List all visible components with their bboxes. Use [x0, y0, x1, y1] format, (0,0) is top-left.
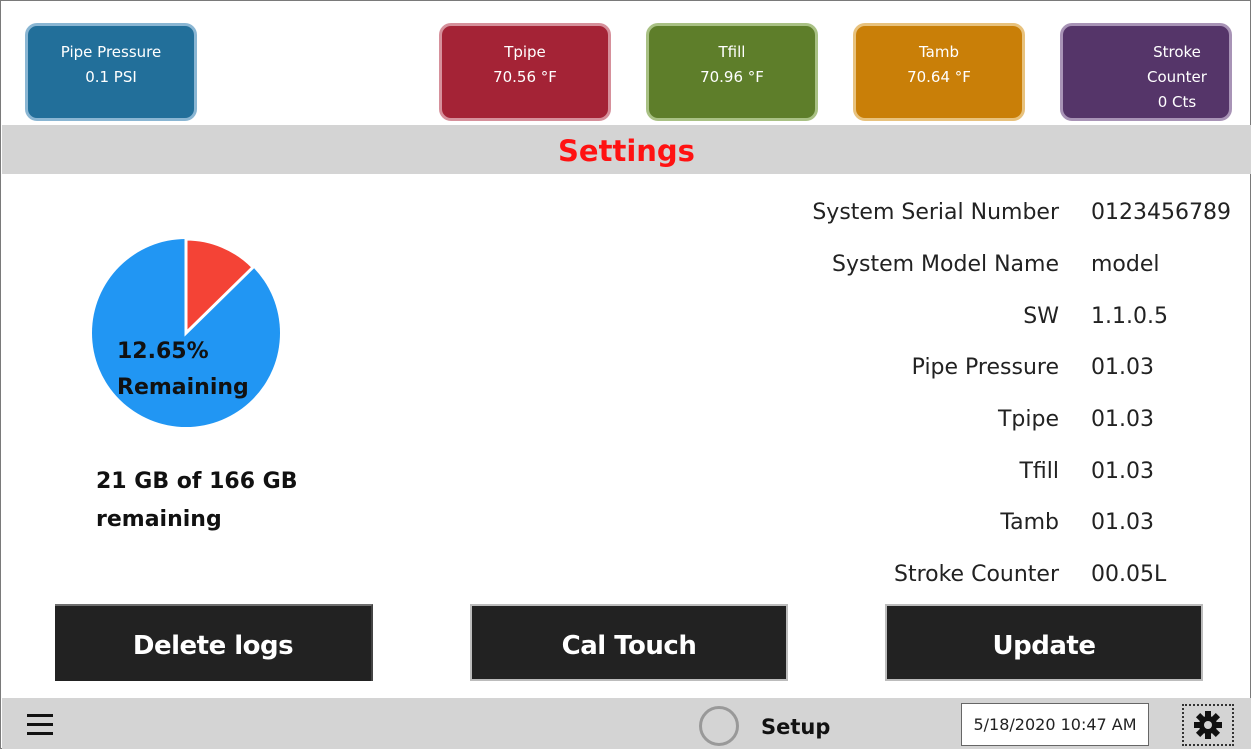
tile-tpipe[interactable]: Tpipe 70.56 °F [439, 23, 611, 121]
info-value: 0123456789 [1091, 200, 1231, 226]
info-row-tamb: Tamb 01.03 [701, 497, 1246, 549]
info-row-tfill: Tfill 01.03 [701, 445, 1246, 497]
info-row-serial: System Serial Number 0123456789 [701, 187, 1246, 239]
delete-logs-button[interactable]: Delete logs [55, 604, 373, 681]
system-info-list: System Serial Number 0123456789 System M… [701, 187, 1246, 601]
gear-icon [1194, 711, 1222, 739]
info-value: 01.03 [1091, 458, 1154, 484]
info-label: System Serial Number [812, 200, 1059, 226]
tile-tamb[interactable]: Tamb 70.64 °F [853, 23, 1025, 121]
info-label: Tfill [1019, 458, 1059, 484]
info-value: 01.03 [1091, 510, 1154, 536]
tile-label: Stroke Counter [1147, 43, 1207, 86]
setup-label: Setup [761, 715, 831, 739]
page-title: Settings [2, 125, 1251, 174]
storage-remaining-label: Remaining [117, 375, 249, 400]
info-row-model: System Model Name model [701, 239, 1246, 291]
tile-label: Tpipe [504, 43, 546, 61]
tile-label: Tfill [718, 43, 746, 61]
info-label: SW [1023, 303, 1059, 329]
circle-icon [699, 706, 739, 746]
info-value: model [1091, 252, 1160, 278]
tile-value: 0 Cts [1157, 93, 1197, 111]
tile-value: 70.96 °F [700, 68, 764, 86]
tile-value: 70.56 °F [493, 68, 557, 86]
datetime-display: 5/18/2020 10:47 AM [961, 703, 1149, 746]
info-row-pipe-pressure: Pipe Pressure 01.03 [701, 342, 1246, 394]
storage-summary: 21 GB of 166 GB remaining [96, 469, 298, 532]
tile-value: 0.1 PSI [85, 68, 137, 86]
info-row-sw: SW 1.1.0.5 [701, 290, 1246, 342]
tile-tfill[interactable]: Tfill 70.96 °F [646, 23, 818, 121]
app-window: Pipe Pressure 0.1 PSI Tpipe 70.56 °F Tfi… [0, 0, 1251, 749]
info-label: Pipe Pressure [911, 355, 1059, 381]
info-label: Tamb [1000, 510, 1059, 536]
tile-pipe-pressure[interactable]: Pipe Pressure 0.1 PSI [25, 23, 197, 121]
info-value: 1.1.0.5 [1091, 303, 1168, 329]
hamburger-menu-icon[interactable] [27, 714, 53, 736]
settings-button[interactable] [1182, 704, 1234, 746]
tile-value: 70.64 °F [907, 68, 971, 86]
tile-stroke-counter[interactable]: Stroke Counter 0 Cts [1060, 23, 1232, 121]
info-label: System Model Name [832, 252, 1059, 278]
info-value: 00.05L [1091, 562, 1167, 588]
info-label: Stroke Counter [893, 562, 1059, 588]
info-row-tpipe: Tpipe 01.03 [701, 394, 1246, 446]
tile-label: Tamb [918, 43, 959, 61]
info-row-stroke-counter: Stroke Counter 00.05L [701, 549, 1246, 601]
storage-percent-label: 12.65% [117, 339, 209, 364]
info-label: Tpipe [997, 407, 1059, 433]
tile-label: Pipe Pressure [60, 43, 162, 61]
cal-touch-button[interactable]: Cal Touch [470, 604, 788, 681]
update-button[interactable]: Update [885, 604, 1203, 681]
info-value: 01.03 [1091, 407, 1154, 433]
info-value: 01.03 [1091, 355, 1154, 381]
